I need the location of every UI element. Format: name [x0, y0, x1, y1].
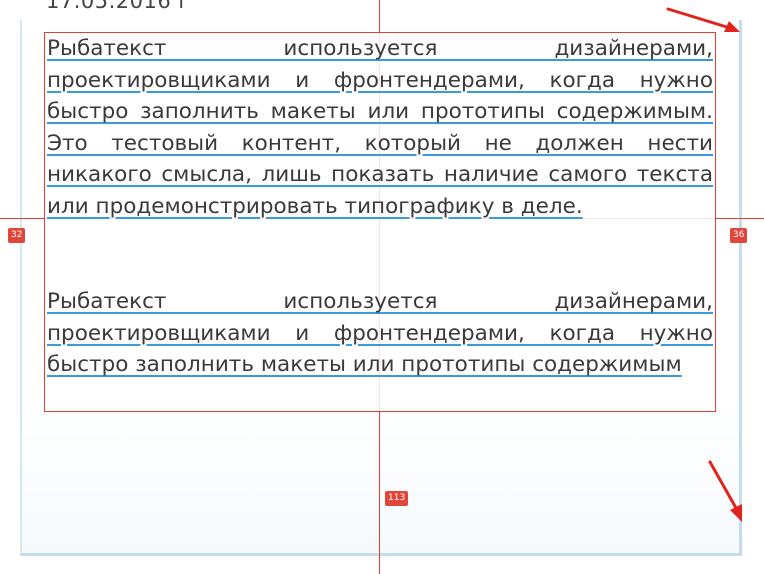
- document-date: 17.05.2016 г: [46, 0, 190, 13]
- bottom-distance-badge: 113: [385, 491, 409, 506]
- arrow-down-right-icon: [666, 7, 740, 32]
- paragraph-2[interactable]: Рыбатекст используется дизайнерами, прое…: [47, 286, 713, 381]
- paragraph-1[interactable]: Рыбатекст используется дизайнерами, прое…: [47, 33, 713, 222]
- arrow-down-right-icon: [708, 460, 742, 522]
- right-distance-badge: 36: [730, 228, 748, 243]
- left-distance-badge: 32: [8, 228, 26, 243]
